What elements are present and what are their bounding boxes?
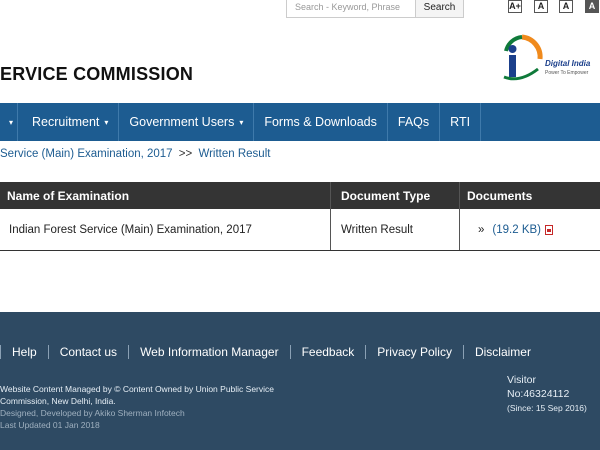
chevron-down-icon: ▾ — [104, 117, 109, 127]
table-header: Name of Examination Document Type Docume… — [0, 182, 600, 209]
font-decrease-button[interactable]: A — [559, 0, 573, 13]
chevron-down-icon: ▾ — [9, 117, 14, 127]
last-updated-text: Last Updated 01 Jan 2018 — [0, 420, 100, 430]
breadcrumb-item-written-result[interactable]: Written Result — [198, 148, 270, 160]
chevron-down-icon: ▾ — [239, 117, 244, 127]
footer-link-disclaimer[interactable]: Disclaimer — [462, 345, 542, 359]
footer-link-feedback[interactable]: Feedback — [289, 345, 366, 359]
font-increase-button[interactable]: A+ — [508, 0, 522, 13]
header-name-of-examination: Name of Examination — [0, 182, 331, 209]
visitor-since: (Since: 15 Sep 2016) — [507, 403, 587, 413]
results-table: Name of Examination Document Type Docume… — [0, 182, 600, 251]
header-documents: Documents — [467, 188, 533, 203]
footer-link-privacy-policy[interactable]: Privacy Policy — [365, 345, 463, 359]
search-input[interactable] — [286, 0, 415, 18]
search-box: Search — [286, 0, 464, 18]
cell-document-type: Written Result — [331, 209, 460, 250]
digital-india-logo[interactable]: Digital India Power To Empower — [500, 33, 600, 83]
table-row: Indian Forest Service (Main) Examination… — [0, 209, 600, 250]
main-nav: ▾ Recruitment ▾ Government Users ▾ Forms &… — [0, 103, 600, 141]
site-title: ERVICE COMMISSION — [0, 64, 194, 84]
footer-link-web-information-manager[interactable]: Web Information Manager — [128, 345, 290, 359]
top-utility-bar: Search A+ A A A — [0, 0, 600, 20]
search-button[interactable]: Search — [415, 0, 464, 18]
logo-text: Digital India — [545, 59, 591, 68]
footer-links: Help Contact us Web Information Manager … — [0, 345, 542, 359]
footer-link-help[interactable]: Help — [0, 345, 48, 359]
cell-documents: » (19.2 KB) — [460, 209, 600, 250]
document-download-link[interactable]: (19.2 KB) — [492, 224, 541, 236]
breadcrumb: Service (Main) Examination, 2017 >> Writ… — [0, 148, 270, 160]
nav-item-faqs[interactable]: FAQs — [388, 103, 441, 141]
high-contrast-button[interactable]: A — [585, 0, 599, 13]
footer-link-contact-us[interactable]: Contact us — [47, 345, 128, 359]
content-managed-text: Website Content Managed by © Content Own… — [0, 384, 275, 406]
footer: Help Contact us Web Information Manager … — [0, 312, 600, 450]
footer-info: Website Content Managed by © Content Own… — [0, 383, 300, 431]
nav-item-government-users[interactable]: Government Users ▾ — [119, 103, 255, 141]
visitor-label: Visitor — [507, 374, 536, 386]
nav-item-home-dropdown[interactable]: ▾ — [0, 103, 19, 141]
digital-india-icon — [503, 34, 543, 81]
breadcrumb-item-examination[interactable]: Service (Main) Examination, 2017 — [0, 148, 173, 160]
nav-item-forms-downloads[interactable]: Forms & Downloads — [254, 103, 388, 141]
cell-exam-name: Indian Forest Service (Main) Examination… — [0, 209, 331, 250]
breadcrumb-separator: >> — [178, 148, 193, 160]
header-document-type: Document Type — [331, 182, 460, 209]
font-normal-button[interactable]: A — [534, 0, 548, 13]
logo-tagline: Power To Empower — [545, 70, 589, 76]
visitor-counter: Visitor No:46324112 (Since: 15 Sep 2016) — [507, 373, 587, 415]
nav-item-recruitment[interactable]: Recruitment ▾ — [18, 103, 120, 141]
visitor-number: No:46324112 — [507, 388, 570, 400]
bullet-icon: » — [478, 223, 485, 236]
nav-item-rti[interactable]: RTI — [440, 103, 482, 141]
designed-by-text: Designed, Developed by Akiko Sherman Inf… — [0, 408, 185, 418]
pdf-icon[interactable] — [544, 224, 553, 235]
